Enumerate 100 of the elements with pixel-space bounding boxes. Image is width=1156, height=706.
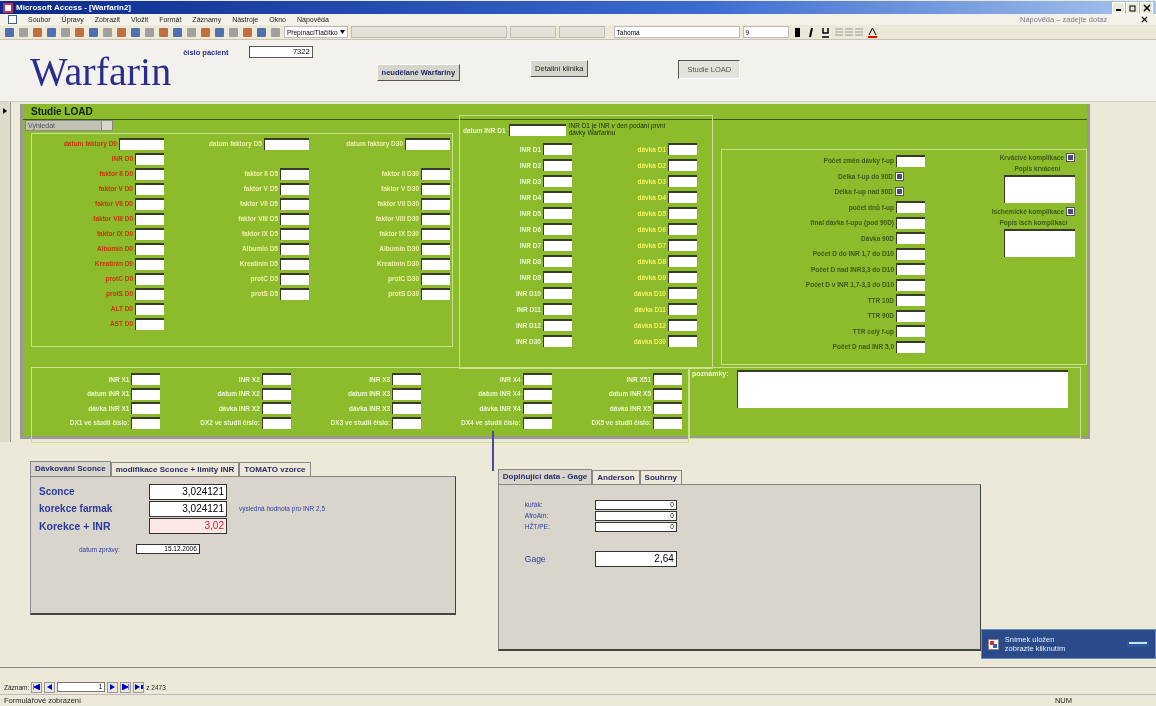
input-field[interactable] (653, 373, 683, 386)
close-icon[interactable] (1141, 16, 1148, 23)
input-field[interactable] (280, 212, 309, 225)
input-field[interactable] (405, 137, 450, 150)
input-field[interactable] (421, 212, 450, 225)
input-field[interactable] (421, 182, 450, 195)
first-record-button[interactable] (31, 681, 43, 693)
input-field[interactable] (131, 387, 161, 400)
input-field[interactable] (264, 137, 309, 150)
checkbox[interactable] (895, 187, 904, 197)
input-field[interactable] (135, 272, 164, 285)
input-field[interactable] (668, 271, 697, 283)
input-field[interactable] (668, 191, 697, 203)
input-field[interactable] (543, 191, 572, 203)
text-area[interactable] (1004, 175, 1075, 203)
input-field[interactable] (668, 303, 697, 315)
input-field[interactable] (543, 271, 572, 283)
input-field[interactable] (668, 143, 697, 155)
input-field[interactable] (392, 416, 422, 429)
input-field[interactable] (261, 387, 291, 400)
input-field[interactable] (668, 159, 697, 171)
input-field[interactable] (131, 402, 161, 415)
input-field[interactable] (668, 239, 697, 251)
input-field[interactable] (543, 159, 572, 171)
tab[interactable]: modifikace Sconce + limity INR (110, 462, 240, 476)
input-field[interactable] (135, 257, 164, 270)
input-field[interactable] (668, 319, 697, 331)
tab[interactable]: Souhrny (639, 470, 683, 484)
minimize-button[interactable] (1112, 1, 1125, 14)
input-field[interactable] (896, 216, 925, 229)
input-field[interactable] (522, 416, 552, 429)
input-field[interactable] (135, 227, 164, 240)
input-field[interactable] (280, 182, 309, 195)
input-field[interactable] (896, 247, 925, 260)
close-button[interactable] (1140, 1, 1153, 14)
input-field[interactable] (421, 197, 450, 210)
font-color-icon[interactable] (866, 26, 878, 38)
input-field[interactable] (543, 287, 572, 299)
last-record-button[interactable] (120, 681, 132, 693)
input-field[interactable] (522, 387, 552, 400)
input-field[interactable] (668, 255, 697, 267)
input-field[interactable] (896, 154, 925, 167)
tab[interactable]: Dávkování Sconce (30, 461, 111, 476)
input-field[interactable] (135, 167, 164, 180)
input-field[interactable] (522, 373, 552, 386)
input-field[interactable] (280, 287, 309, 300)
input-field[interactable] (421, 227, 450, 240)
restore-button[interactable] (1126, 1, 1139, 14)
input-field[interactable] (543, 255, 572, 267)
previous-record-button[interactable] (44, 681, 56, 693)
input-field[interactable] (421, 272, 450, 285)
input-field[interactable] (668, 287, 697, 299)
input-field[interactable] (135, 182, 164, 195)
tab[interactable]: Anderson (592, 470, 640, 484)
input-field[interactable] (896, 201, 925, 214)
input-field[interactable] (653, 416, 683, 429)
input-field[interactable] (543, 143, 572, 155)
input-field[interactable] (668, 223, 697, 235)
input-field[interactable] (653, 402, 683, 415)
input-field[interactable] (280, 197, 309, 210)
input-field[interactable] (135, 287, 164, 300)
tab[interactable]: TOMATO vzorce (239, 462, 311, 476)
notes-field[interactable] (736, 370, 1068, 408)
underline-icon[interactable] (819, 26, 831, 38)
input-field[interactable] (261, 416, 291, 429)
input-field[interactable] (668, 335, 697, 347)
input-field[interactable] (508, 124, 566, 136)
input-field[interactable] (896, 278, 925, 291)
input-field[interactable] (421, 242, 450, 255)
input-field[interactable] (543, 223, 572, 235)
input-field[interactable] (131, 373, 161, 386)
input-field[interactable] (135, 302, 164, 315)
input-field[interactable] (522, 402, 552, 415)
input-field[interactable] (392, 387, 422, 400)
value-field[interactable]: 3,024121 (149, 483, 227, 500)
input-field[interactable] (543, 303, 572, 315)
new-record-button[interactable] (133, 681, 145, 693)
input-field[interactable] (543, 175, 572, 187)
input-field[interactable] (668, 175, 697, 187)
input-field[interactable] (135, 317, 164, 330)
input-field[interactable] (896, 340, 925, 353)
checkbox[interactable] (895, 171, 904, 181)
input-field[interactable] (543, 319, 572, 331)
input-field[interactable] (392, 373, 422, 386)
input-field[interactable] (261, 373, 291, 386)
value-field[interactable]: 3,02 (149, 517, 227, 534)
tab[interactable]: Doplňující data - Gage (497, 469, 593, 484)
input-field[interactable] (135, 197, 164, 210)
checkbox[interactable] (1066, 207, 1075, 216)
input-field[interactable] (119, 137, 164, 150)
input-field[interactable] (280, 167, 309, 180)
input-field[interactable] (543, 207, 572, 219)
input-field[interactable] (421, 257, 450, 270)
input-field[interactable] (135, 212, 164, 225)
input-field[interactable] (135, 242, 164, 255)
input-field[interactable] (421, 287, 450, 300)
input-field[interactable] (896, 325, 925, 338)
input-field[interactable] (896, 263, 925, 276)
input-field[interactable] (421, 167, 450, 180)
next-record-button[interactable] (107, 681, 119, 693)
